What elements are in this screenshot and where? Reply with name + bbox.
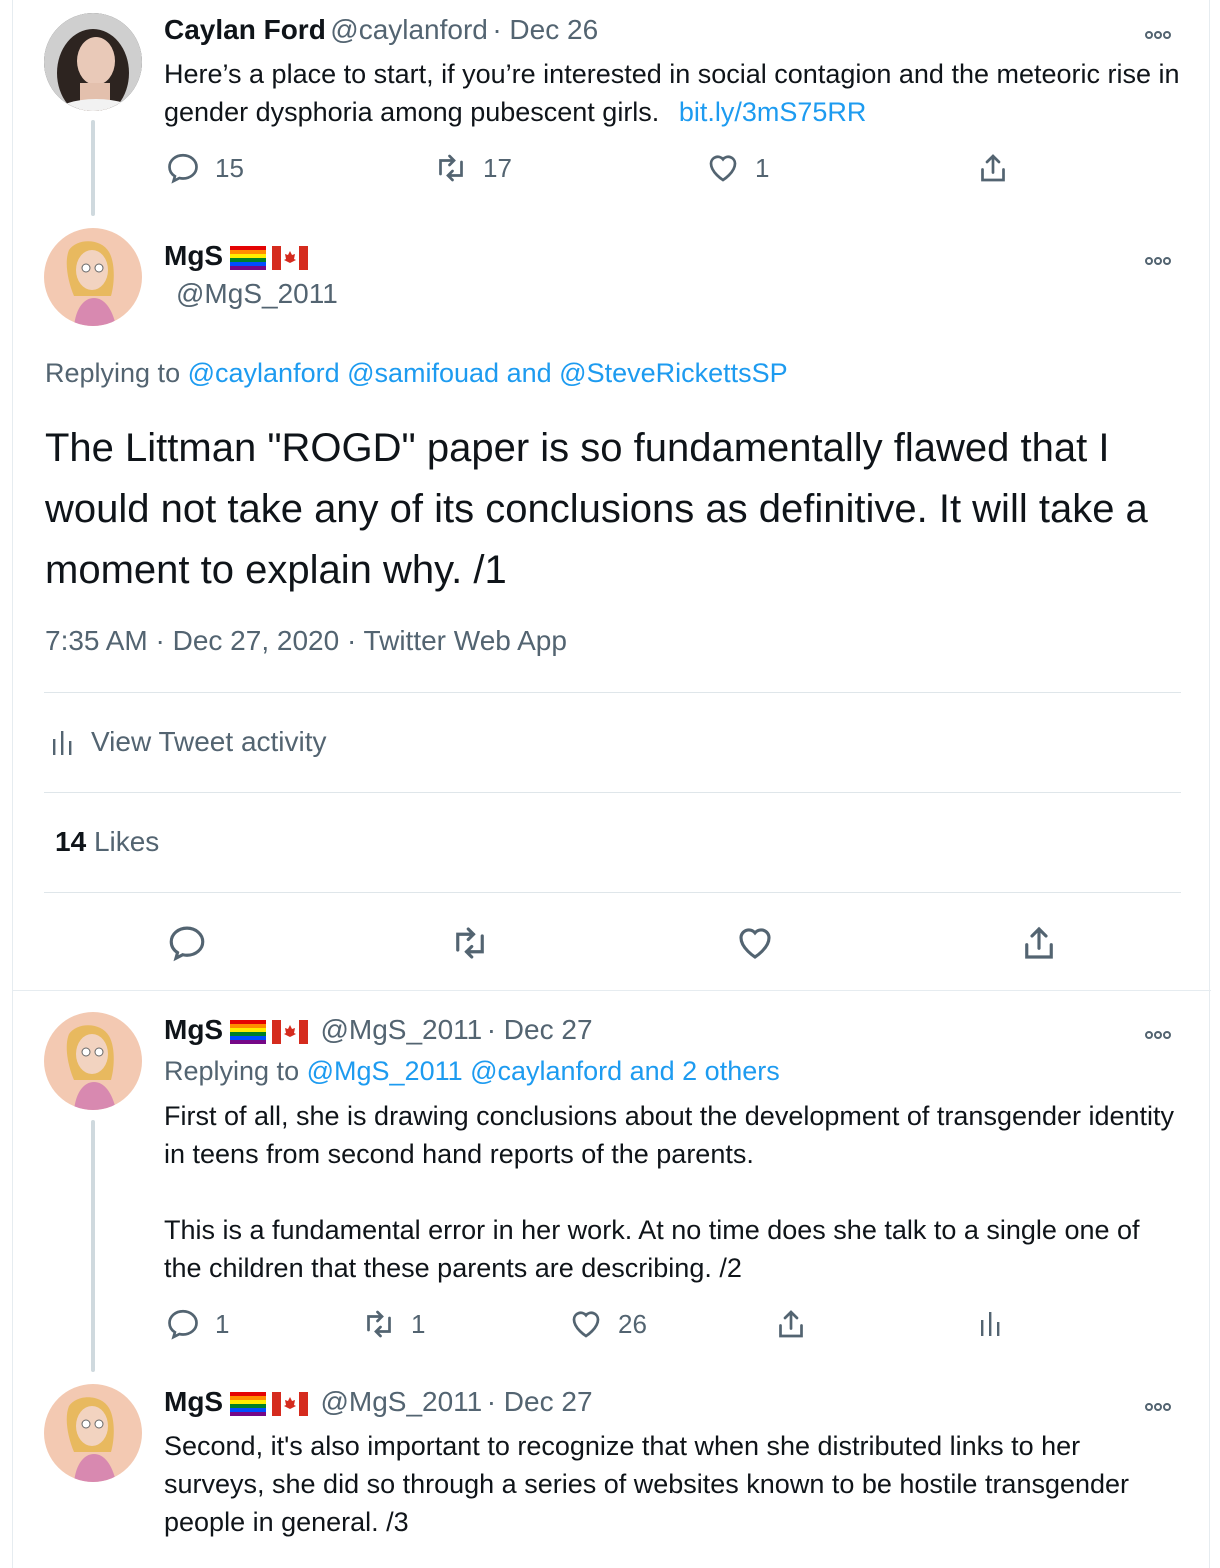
heart-icon	[572, 1311, 600, 1338]
canada-flag-icon	[272, 1392, 309, 1421]
reply-button[interactable]: 15	[165, 150, 244, 186]
replying-users-link[interactable]: @MgS_2011 @caylanford	[307, 1056, 622, 1086]
more-icon[interactable]	[1145, 1398, 1179, 1411]
thread-line	[91, 1120, 95, 1372]
view-activity-button[interactable]	[979, 1308, 1003, 1338]
caylan-avatar-image	[44, 13, 142, 111]
display-name[interactable]: MgS	[164, 1386, 223, 1417]
more-icon[interactable]	[1145, 26, 1179, 39]
user-handle[interactable]: @MgS_2011	[320, 1386, 482, 1417]
user-handle[interactable]: @MgS_2011	[320, 1014, 482, 1045]
thread-line	[91, 120, 95, 216]
likes-count: 14	[55, 826, 87, 857]
retweet-icon	[456, 927, 484, 959]
canada-flag-icon	[272, 246, 309, 275]
tweet-header: MgS @MgS_2011 · Dec 27	[164, 1014, 593, 1049]
tweet-date[interactable]: · Dec 27	[487, 1014, 593, 1045]
retweet-count: 1	[411, 1308, 426, 1339]
canada-flag-icon	[272, 1020, 309, 1049]
more-icon[interactable]	[1145, 1026, 1179, 1039]
reply-icon	[168, 153, 198, 184]
retweet-icon	[367, 1310, 391, 1338]
rainbow-flag-icon	[229, 1392, 266, 1421]
like-button[interactable]	[734, 922, 776, 964]
like-count: 1	[755, 152, 770, 183]
tweet-timestamp[interactable]: 7:35 AM · Dec 27, 2020 · Twitter Web App	[45, 625, 567, 657]
heart-icon	[709, 155, 737, 182]
tweet-date[interactable]: · Dec 27	[487, 1386, 593, 1417]
rainbow-flag-icon	[229, 246, 266, 275]
divider	[13, 990, 1211, 991]
display-name[interactable]: MgS	[164, 240, 223, 271]
share-icon	[779, 1310, 803, 1338]
avatar[interactable]	[44, 13, 142, 111]
reply-button[interactable]	[166, 922, 208, 964]
retweet-button[interactable]: 1	[361, 1306, 425, 1342]
like-button[interactable]: 26	[568, 1306, 647, 1342]
bar-chart-icon	[981, 1312, 1000, 1336]
mgs-avatar-image	[44, 1384, 142, 1482]
tweet-text: Second, it's also important to recognize…	[164, 1431, 1130, 1537]
share-button[interactable]	[773, 1306, 809, 1342]
avatar[interactable]	[44, 228, 142, 326]
reply-count: 1	[215, 1308, 230, 1339]
replying-to: Replying to @caylanford @samifouad and @…	[45, 358, 788, 388]
heart-icon	[739, 928, 771, 959]
tweet-header: Caylan Ford @caylanford · Dec 26	[164, 14, 598, 46]
user-handle[interactable]: @MgS_2011	[176, 278, 338, 310]
divider	[44, 892, 1181, 893]
retweet-button[interactable]: 17	[433, 150, 512, 186]
reply-icon	[168, 1309, 198, 1340]
divider	[44, 792, 1181, 793]
activity-label: View Tweet activity	[91, 726, 327, 757]
view-tweet-activity[interactable]: View Tweet activity	[51, 726, 327, 758]
tweet-thread: Caylan Ford @caylanford · Dec 26 Here’s …	[12, 0, 1211, 1568]
retweet-button[interactable]	[449, 922, 491, 964]
share-icon	[981, 154, 1005, 182]
replying-users-link[interactable]: @caylanford @samifouad	[188, 358, 499, 388]
display-name[interactable]: Caylan Ford	[164, 14, 326, 45]
reply-icon	[169, 926, 205, 962]
like-count: 26	[618, 1308, 647, 1339]
reply-count: 15	[215, 152, 244, 183]
avatar[interactable]	[44, 1384, 142, 1482]
avatar[interactable]	[44, 1012, 142, 1110]
more-icon[interactable]	[1145, 252, 1179, 265]
replying-to: Replying to @MgS_2011 @caylanford and 2 …	[164, 1056, 780, 1086]
bar-chart-icon	[53, 731, 72, 755]
tweet-paragraph: This is a fundamental error in her work.…	[164, 1215, 1140, 1283]
tweet-body: Here’s a place to start, if you’re inter…	[164, 59, 1180, 127]
mgs-avatar-image	[44, 228, 142, 326]
main-tweet-text: The Littman "ROGD" paper is so fundament…	[45, 426, 1148, 592]
replying-others-link[interactable]: and 2 others	[630, 1056, 780, 1086]
tweet-link[interactable]: bit.ly/3mS75RR	[679, 97, 867, 127]
replying-user-link[interactable]: @SteveRickettsSP	[559, 358, 788, 388]
reply-button[interactable]: 1	[165, 1306, 229, 1342]
like-button[interactable]: 1	[705, 150, 769, 186]
tweet-text: First of all, she is drawing conclusions…	[164, 1097, 1184, 1287]
tweet-header: MgS @MgS_2011 · Dec 27	[164, 1386, 593, 1421]
share-button[interactable]	[1018, 922, 1060, 964]
likes-label: Likes	[93, 826, 160, 857]
rainbow-flag-icon	[229, 1020, 266, 1049]
tweet-text: Here’s a place to start, if you’re inter…	[164, 55, 1194, 131]
likes-summary[interactable]: 14 Likes	[55, 826, 159, 858]
mgs-avatar-image	[44, 1012, 142, 1110]
tweet-paragraph: First of all, she is drawing conclusions…	[164, 1101, 1175, 1169]
share-icon	[1025, 926, 1053, 959]
tweet-date[interactable]: · Dec 26	[492, 14, 598, 45]
user-handle[interactable]: @caylanford	[330, 14, 488, 45]
divider	[44, 692, 1181, 693]
tweet-header: MgS	[164, 240, 309, 275]
retweet-icon	[439, 154, 463, 182]
retweet-count: 17	[483, 152, 512, 183]
share-button[interactable]	[975, 150, 1011, 186]
display-name[interactable]: MgS	[164, 1014, 223, 1045]
